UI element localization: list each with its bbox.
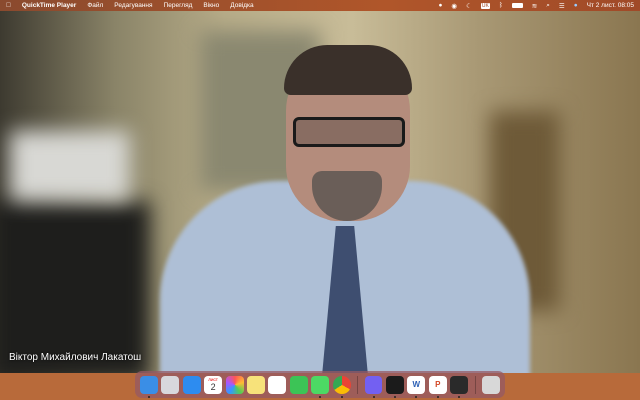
running-indicator bbox=[372, 395, 375, 398]
play-icon[interactable]: ◉ bbox=[451, 2, 457, 10]
battery-icon[interactable] bbox=[511, 3, 523, 8]
running-indicator bbox=[340, 395, 343, 398]
control-center-icon[interactable]: ☰ bbox=[559, 2, 565, 10]
running-indicator bbox=[436, 395, 439, 398]
menu-edit[interactable]: Редагування bbox=[114, 2, 152, 9]
running-indicator bbox=[148, 395, 150, 398]
calendar-icon[interactable]: ЛИСТ 2 bbox=[204, 375, 223, 394]
app-menu[interactable]: QuickTime Player bbox=[22, 2, 76, 9]
person-glasses bbox=[293, 117, 405, 147]
bluetooth-icon[interactable]: ᛒ bbox=[499, 2, 503, 9]
freeform-icon[interactable] bbox=[268, 375, 287, 394]
running-indicator bbox=[458, 395, 461, 398]
dock: ЛИСТ 2 W P bbox=[135, 371, 505, 398]
chrome-icon[interactable] bbox=[332, 375, 351, 398]
messages-icon[interactable] bbox=[311, 375, 330, 398]
running-indicator bbox=[319, 395, 322, 398]
menu-view[interactable]: Перегляд bbox=[164, 2, 193, 9]
notes-icon[interactable] bbox=[247, 375, 265, 394]
launchpad-icon[interactable] bbox=[161, 375, 180, 394]
powerpoint-icon[interactable]: P bbox=[428, 375, 447, 398]
menu-help[interactable]: Довідка bbox=[230, 2, 253, 9]
siri-icon[interactable]: ● bbox=[574, 2, 578, 9]
viber-icon[interactable] bbox=[364, 375, 383, 398]
participant-name: Віктор Михайлович Лакатош bbox=[9, 352, 142, 363]
trash-icon[interactable] bbox=[482, 375, 500, 394]
safari-icon[interactable] bbox=[182, 375, 201, 394]
background-light-left bbox=[10, 131, 130, 201]
apple-menu-icon[interactable]:  bbox=[6, 2, 11, 9]
photos-icon[interactable] bbox=[225, 375, 244, 394]
background-dark-left bbox=[0, 201, 150, 373]
finder-icon[interactable] bbox=[140, 375, 158, 398]
viber-icon[interactable]: ● bbox=[438, 2, 442, 9]
wifi-icon[interactable]: ≋ bbox=[532, 2, 537, 10]
facetime-icon[interactable] bbox=[289, 375, 308, 394]
activity-monitor-icon[interactable] bbox=[385, 375, 404, 398]
person-hair bbox=[284, 45, 412, 95]
quicktime-icon[interactable] bbox=[450, 375, 469, 398]
dock-separator bbox=[474, 375, 476, 394]
clock[interactable]: Чт 2 лист. 08:05 bbox=[587, 2, 634, 9]
word-icon[interactable]: W bbox=[407, 375, 426, 398]
calendar-day: 2 bbox=[210, 381, 216, 392]
keyboard-layout-icon[interactable]: UK bbox=[480, 2, 490, 9]
menu-file[interactable]: Файл bbox=[87, 2, 103, 9]
moon-icon[interactable]: ☾ bbox=[466, 2, 472, 10]
running-indicator bbox=[393, 395, 396, 398]
running-indicator bbox=[415, 395, 418, 398]
search-icon[interactable]: ⌕ bbox=[546, 2, 550, 10]
menu-window[interactable]: Вікно bbox=[203, 2, 219, 9]
video-frame[interactable]: Віктор Михайлович Лакатош bbox=[0, 11, 640, 373]
menu-bar:  QuickTime Player Файл Редагування Пере… bbox=[0, 0, 640, 11]
dock-separator bbox=[357, 375, 359, 394]
